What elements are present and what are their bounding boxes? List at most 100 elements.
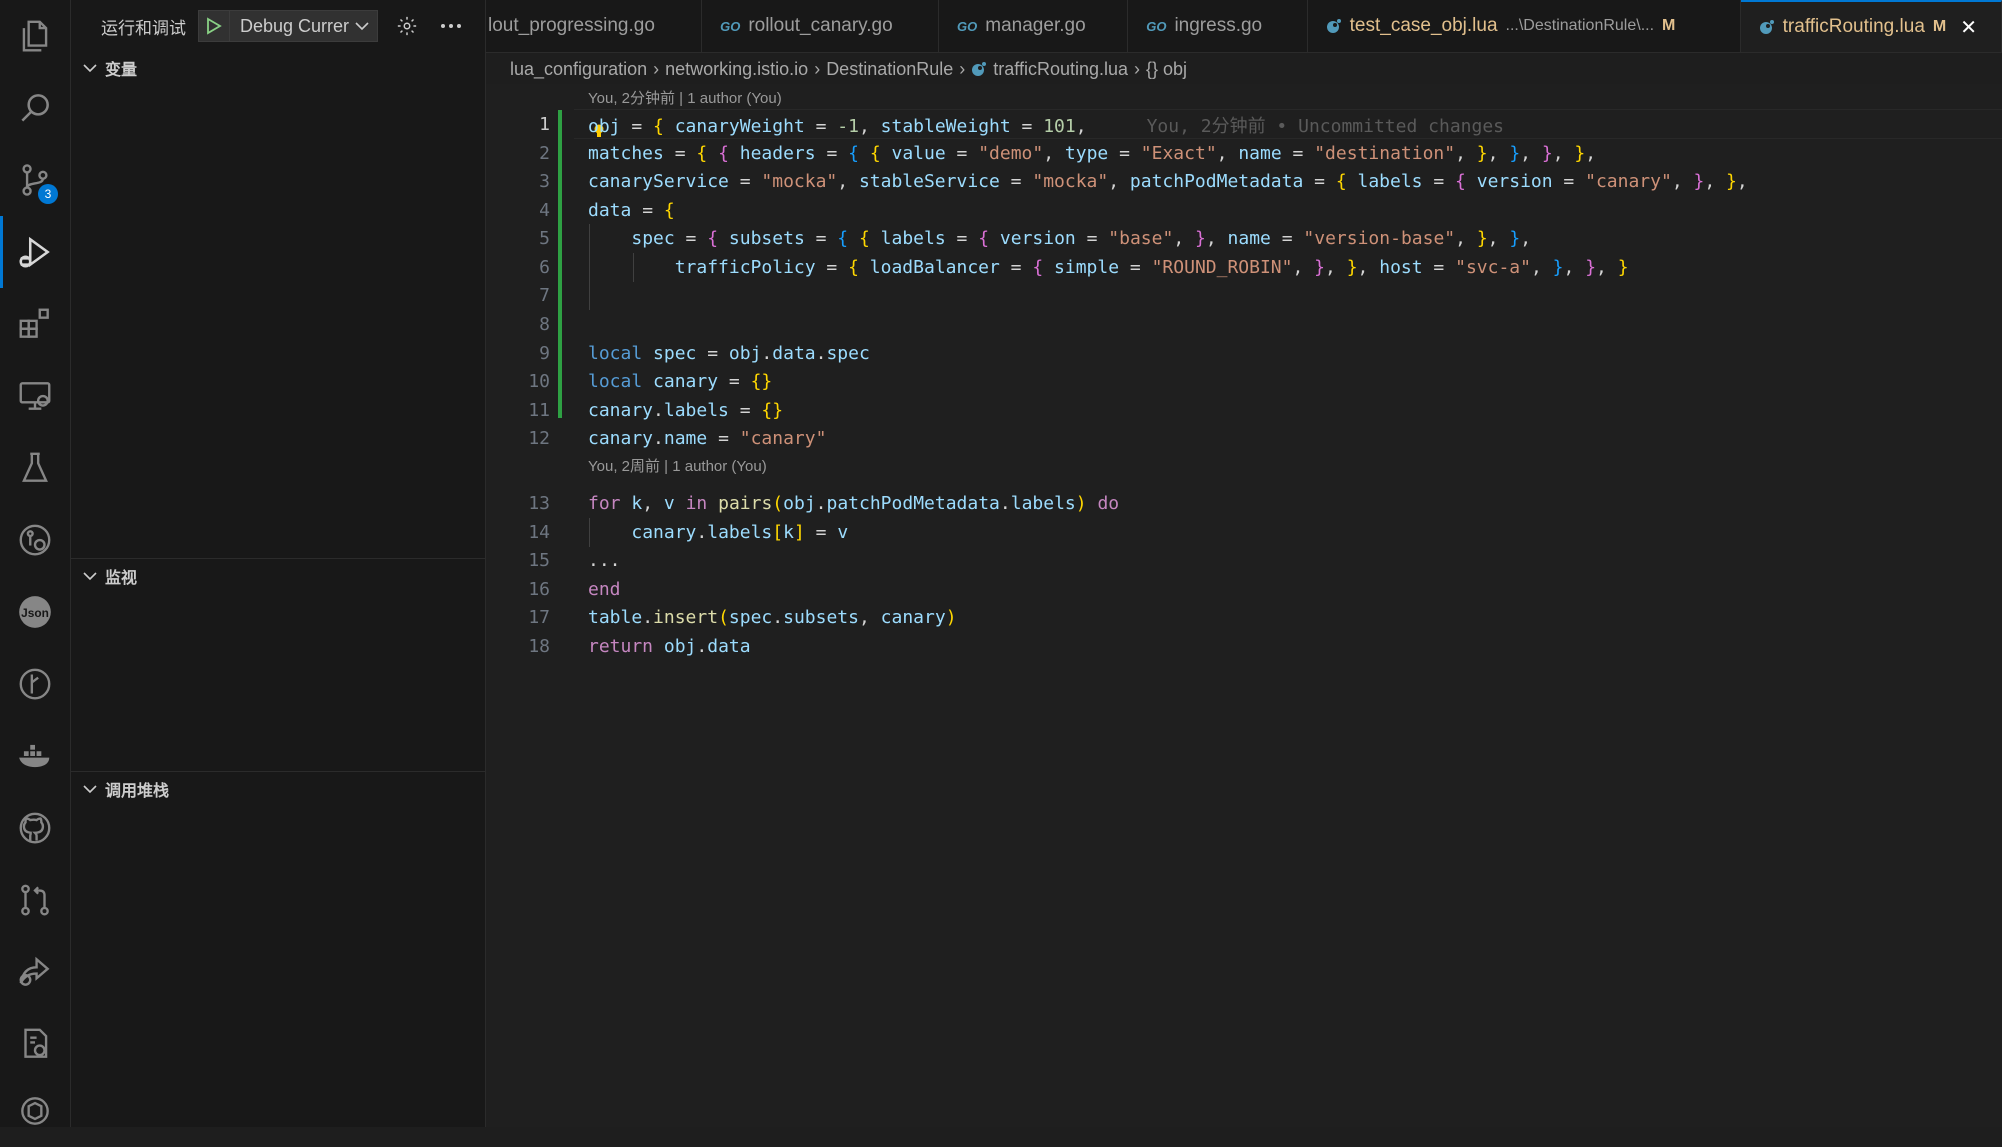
code-token: obj: [588, 115, 621, 137]
git-graph-icon[interactable]: [0, 648, 70, 720]
code-text: canary.labels = {}: [588, 400, 783, 421]
tab-label: manager.go: [985, 15, 1086, 36]
line-number: 12: [528, 428, 550, 449]
code-token: spec: [826, 343, 870, 364]
code-token: =: [945, 228, 979, 249]
codelens-authors[interactable]: You, 2分钟前 | 1 author (You): [588, 86, 782, 108]
code-token: labels: [707, 522, 773, 543]
code-token: ,: [1585, 143, 1597, 164]
chatgpt-icon[interactable]: [0, 1075, 70, 1147]
github-icon[interactable]: [0, 792, 70, 864]
editor-tabs: lout_progressing.go GO rollout_canary.go…: [486, 0, 2002, 53]
close-icon[interactable]: ✕: [1960, 15, 1977, 40]
line-number: 8: [539, 314, 550, 335]
tab-lout-progressing[interactable]: lout_progressing.go: [486, 0, 703, 52]
remote-explorer-icon[interactable]: [0, 360, 70, 432]
tab-traffic-routing[interactable]: trafficRouting.lua M ✕: [1740, 0, 2002, 52]
code-token: ,: [1563, 257, 1586, 278]
code-token: =: [999, 257, 1033, 278]
run-debug-icon[interactable]: [0, 216, 70, 288]
code-token: =: [1552, 171, 1586, 192]
code-token: ,: [1075, 115, 1087, 137]
code-token: }: [1574, 143, 1586, 164]
code-token: =: [620, 115, 654, 137]
code-token: -1: [837, 115, 859, 137]
variables-section-header[interactable]: 变量: [71, 52, 485, 84]
line-number: 15: [528, 550, 550, 571]
breadcrumb-item[interactable]: networking.istio.io: [665, 59, 808, 80]
tab-manager[interactable]: GO manager.go: [939, 0, 1129, 52]
code-token: spec: [728, 607, 773, 628]
code-token: ,: [837, 171, 859, 192]
pull-request-icon[interactable]: [0, 864, 70, 936]
more-actions-icon[interactable]: [436, 11, 466, 41]
source-control-icon[interactable]: 3: [0, 144, 70, 216]
breadcrumb-item[interactable]: lua_configuration: [510, 59, 647, 80]
breadcrumb-item[interactable]: DestinationRule: [826, 59, 953, 80]
code-token: v: [663, 493, 675, 514]
watch-section-header[interactable]: 监视: [71, 560, 485, 592]
code-text: ...: [588, 550, 621, 571]
code-token: "mocka": [1032, 171, 1109, 192]
code-token: name: [663, 428, 708, 449]
breadcrumb-item[interactable]: {} obj: [1146, 59, 1187, 80]
code-editor[interactable]: You, 2分钟前 | 1 author (You) 1 obj = { cana…: [486, 84, 2002, 1127]
code-text: for k, v in pairs(obj.patchPodMetadata.l…: [588, 493, 1119, 514]
code-text: trafficPolicy = { loadBalancer = { simpl…: [588, 257, 1629, 278]
docker-icon[interactable]: [0, 720, 70, 792]
line-number: 7: [539, 285, 550, 306]
code-token: patchPodMetadata: [1129, 171, 1304, 192]
code-token: canary: [653, 371, 719, 392]
code-token: headers: [739, 143, 816, 164]
explorer-icon[interactable]: [0, 0, 70, 72]
tab-test-case-obj[interactable]: test_case_obj.lua ...\DestinationRule\..…: [1308, 0, 1741, 52]
search-icon[interactable]: [0, 72, 70, 144]
breadcrumb-item[interactable]: trafficRouting.lua: [993, 59, 1128, 80]
json-icon[interactable]: Json: [0, 576, 70, 648]
code-token: "Exact": [1140, 143, 1217, 164]
chevron-down-icon: [355, 22, 369, 31]
call-stack-section-header[interactable]: 调用堆栈: [71, 773, 485, 805]
code-token: obj: [663, 636, 697, 657]
debug-config-control[interactable]: Debug Currer: [198, 10, 379, 42]
code-token: version: [1476, 171, 1553, 192]
gitlens-icon[interactable]: [0, 504, 70, 576]
code-token: =: [1281, 143, 1315, 164]
start-debugging-button[interactable]: [199, 11, 230, 41]
line-number: 16: [528, 579, 550, 600]
line-number: 11: [528, 400, 550, 421]
tab-rollout-canary[interactable]: GO rollout_canary.go: [702, 0, 940, 52]
codelens-authors[interactable]: You, 2周前 | 1 author (You): [588, 454, 767, 476]
gear-icon[interactable]: [392, 11, 422, 41]
code-token: {: [1032, 257, 1044, 278]
live-share-icon[interactable]: [0, 936, 70, 1008]
code-text: data = {: [588, 200, 675, 221]
tab-ingress[interactable]: GO ingress.go: [1128, 0, 1308, 52]
testing-icon[interactable]: [0, 432, 70, 504]
line-number: 9: [539, 343, 550, 364]
extensions-icon[interactable]: [0, 288, 70, 360]
code-token: for: [588, 493, 621, 514]
code-token: patchPodMetadata: [826, 493, 1000, 514]
code-token: return: [588, 636, 654, 657]
code-token: =: [804, 228, 838, 249]
code-text: canaryService = "mocka", stableService =…: [588, 171, 1748, 192]
indent-guide: [633, 253, 634, 282]
code-token: .: [815, 493, 827, 514]
debug-config-select[interactable]: Debug Currer: [230, 16, 377, 37]
code-token: ,: [1671, 171, 1694, 192]
code-token: "demo": [978, 143, 1044, 164]
code-token: =: [1422, 257, 1456, 278]
code-token: {: [653, 115, 664, 137]
code-token: }: [1509, 143, 1521, 164]
code-text: local canary = {}: [588, 371, 772, 392]
code-token: labels: [1357, 171, 1423, 192]
settings-sync-icon[interactable]: [0, 1008, 70, 1080]
code-token: =: [1119, 257, 1152, 278]
code-text: obj = { canaryWeight = -1, stableWeight …: [588, 112, 1504, 138]
code-token: {: [978, 228, 990, 249]
code-token: =: [815, 143, 849, 164]
